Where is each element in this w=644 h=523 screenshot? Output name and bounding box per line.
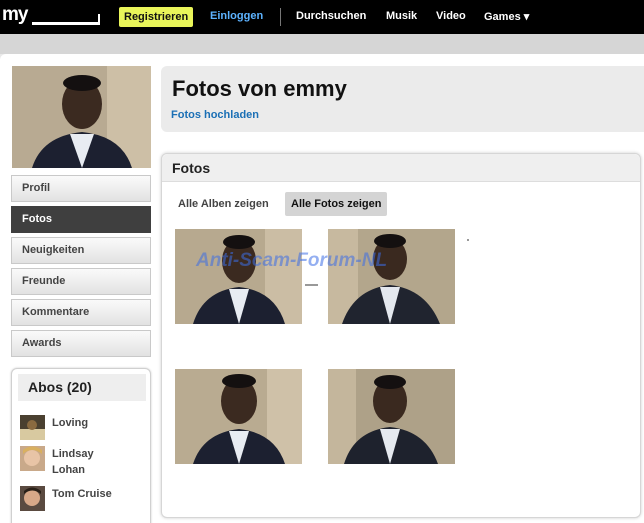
abo-name[interactable]: Tom Cruise	[52, 486, 112, 502]
photos-panel-header: Fotos	[162, 154, 640, 182]
nav-item-music[interactable]: Musik	[386, 10, 417, 22]
watermark-text: Anti-Scam-Forum-NL	[196, 250, 388, 271]
abo-thumbnail[interactable]	[20, 446, 45, 471]
site-logo[interactable]: my	[2, 4, 28, 26]
abo-name[interactable]: Loving	[52, 415, 112, 431]
profile-header: Fotos von emmy Fotos hochladen	[161, 66, 644, 132]
photos-title: Fotos	[172, 160, 211, 176]
nav-item-browse[interactable]: Durchsuchen	[296, 10, 366, 22]
upload-photos-link[interactable]: Fotos hochladen	[171, 109, 259, 121]
photo-thumbnail[interactable]	[328, 369, 455, 464]
register-button[interactable]: Registrieren	[119, 7, 194, 27]
header-band	[0, 34, 644, 54]
nav-item-video[interactable]: Video	[436, 10, 466, 22]
logo-underline	[32, 22, 100, 25]
photo-thumbnail[interactable]	[175, 229, 302, 324]
sidebar-item-neuigkeiten[interactable]: Neuigkeiten	[11, 237, 151, 264]
tab-all-albums[interactable]: Alle Alben zeigen	[172, 192, 275, 216]
logo-tick	[98, 14, 100, 24]
sidebar-item-awards[interactable]: Awards	[11, 330, 151, 357]
abo-name[interactable]: Lindsay Lohan	[52, 446, 112, 478]
tab-all-photos[interactable]: Alle Fotos zeigen	[285, 192, 388, 216]
profile-avatar[interactable]	[12, 66, 151, 168]
sidebar-item-profil[interactable]: Profil	[11, 175, 151, 202]
divider-dash	[305, 284, 318, 286]
sidebar-item-freunde[interactable]: Freunde	[11, 268, 151, 295]
login-link[interactable]: Einloggen	[210, 10, 263, 22]
photo-thumbnail[interactable]	[175, 369, 302, 464]
sidebar-item-fotos[interactable]: Fotos	[11, 206, 151, 233]
abos-title: Abos (20)	[18, 374, 146, 401]
abo-thumbnail[interactable]	[20, 486, 45, 511]
page-title: Fotos von emmy	[172, 76, 347, 101]
sidebar-item-kommentare[interactable]: Kommentare	[11, 299, 151, 326]
photo-thumbnail[interactable]	[328, 229, 455, 324]
nav-item-games[interactable]: Games ▾	[484, 10, 529, 23]
nav-separator	[280, 8, 281, 26]
top-navigation: my Registrieren Einloggen Durchsuchen Mu…	[0, 0, 644, 34]
divider-dot	[467, 239, 469, 241]
abo-thumbnail[interactable]	[20, 415, 45, 440]
